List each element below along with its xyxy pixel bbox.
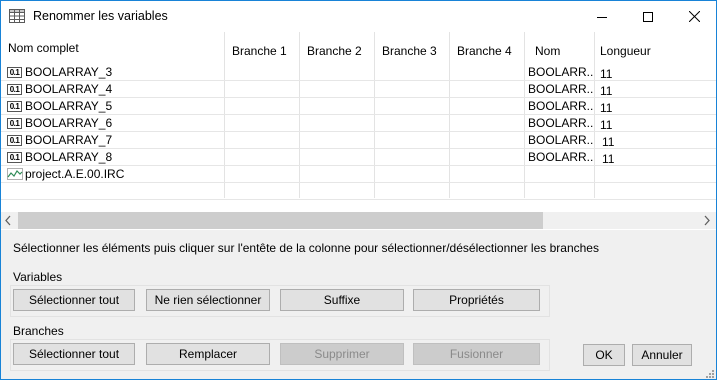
bool-type-icon: 0.1 xyxy=(7,152,22,163)
grid-app-icon xyxy=(9,9,25,23)
full-name-cell[interactable]: 0.1 BOOLARRAY_7 xyxy=(1,132,224,148)
name-cell[interactable]: BOOLARR... xyxy=(528,149,593,165)
length-cell[interactable] xyxy=(602,168,662,184)
title-bar: Renommer les variables xyxy=(1,1,716,32)
table-row[interactable]: 0.1 BOOLARRAY_3 BOOLARR... 11 xyxy=(1,64,716,81)
instruction-text: Sélectionner les éléments puis cliquer s… xyxy=(13,241,599,255)
name-cell[interactable]: BOOLARR... xyxy=(528,81,593,97)
full-name-text: BOOLARRAY_3 xyxy=(25,65,113,79)
bool-type-icon: 0.1 xyxy=(7,118,22,129)
table-row[interactable]: 0.1 BOOLARRAY_5 BOOLARR... 11 xyxy=(1,98,716,115)
column-header-label: Longueur xyxy=(600,44,651,58)
scroll-right-icon[interactable] xyxy=(702,215,712,226)
merge-button[interactable]: Fusionner xyxy=(413,343,540,365)
bool-type-icon: 0.1 xyxy=(7,101,22,112)
properties-button[interactable]: Propriétés xyxy=(413,289,540,311)
column-header-length[interactable]: Longueur xyxy=(595,32,716,65)
length-cell[interactable]: 11 xyxy=(602,151,662,167)
full-name-text: project.A.E.00.IRC xyxy=(25,167,125,181)
branches-select-all-button[interactable]: Sélectionner tout xyxy=(13,343,135,365)
replace-button[interactable]: Remplacer xyxy=(146,343,270,365)
column-header-full-name[interactable]: Nom complet xyxy=(1,32,224,65)
window-title: Renommer les variables xyxy=(33,9,168,23)
table-row[interactable]: project.A.E.00.IRC xyxy=(1,166,716,183)
maximize-button[interactable] xyxy=(625,1,671,32)
variables-select-all-button[interactable]: Sélectionner tout xyxy=(13,289,135,311)
name-cell[interactable]: BOOLARR... xyxy=(528,115,593,131)
resize-grip-icon[interactable] xyxy=(705,369,715,379)
variables-grid: Nom complet Branche 1 Branche 2 Branche … xyxy=(1,32,716,230)
name-cell[interactable] xyxy=(528,166,593,182)
length-cell[interactable]: 11 xyxy=(602,134,662,150)
length-cell[interactable]: 11 xyxy=(600,66,660,82)
bool-type-icon: 0.1 xyxy=(7,135,22,146)
name-cell[interactable]: BOOLARR... xyxy=(528,98,593,114)
scrollbar-thumb[interactable] xyxy=(18,212,543,229)
column-header-branch-1[interactable]: Branche 1 xyxy=(225,32,300,65)
column-header-branch-2[interactable]: Branche 2 xyxy=(300,32,375,65)
branches-group-label: Branches xyxy=(13,324,64,338)
full-name-cell[interactable]: 0.1 BOOLARRAY_8 xyxy=(1,149,224,165)
ok-button[interactable]: OK xyxy=(583,344,625,366)
minimize-icon xyxy=(597,16,607,18)
column-header-branch-4[interactable]: Branche 4 xyxy=(450,32,525,65)
name-cell[interactable]: BOOLARR... xyxy=(528,132,593,148)
full-name-cell[interactable]: 0.1 BOOLARRAY_4 xyxy=(1,81,224,97)
full-name-text: BOOLARRAY_6 xyxy=(25,116,113,130)
variables-select-none-button[interactable]: Ne rien sélectionner xyxy=(146,289,270,311)
column-header-label: Branche 1 xyxy=(232,44,287,58)
suffix-button[interactable]: Suffixe xyxy=(280,289,404,311)
horizontal-scrollbar[interactable] xyxy=(1,212,716,229)
full-name-text: BOOLARRAY_8 xyxy=(25,150,113,164)
delete-button[interactable]: Supprimer xyxy=(280,343,404,365)
full-name-text: BOOLARRAY_4 xyxy=(25,82,113,96)
rename-variables-dialog: Renommer les variables Nom complet Branc… xyxy=(0,0,717,380)
empty-row xyxy=(1,183,716,200)
column-header-label: Branche 3 xyxy=(382,44,437,58)
analog-wave-icon xyxy=(7,168,23,180)
length-cell[interactable]: 11 xyxy=(600,117,660,133)
table-row[interactable]: 0.1 BOOLARRAY_7 BOOLARR... 11 xyxy=(1,132,716,149)
grid-header: Nom complet Branche 1 Branche 2 Branche … xyxy=(1,32,716,65)
name-cell[interactable]: BOOLARR... xyxy=(528,64,593,80)
bool-type-icon: 0.1 xyxy=(7,67,22,78)
full-name-cell[interactable]: 0.1 BOOLARRAY_3 xyxy=(1,64,224,80)
full-name-cell[interactable]: project.A.E.00.IRC xyxy=(1,166,224,182)
column-header-branch-3[interactable]: Branche 3 xyxy=(375,32,450,65)
length-cell[interactable]: 11 xyxy=(600,100,660,116)
column-header-label: Branche 4 xyxy=(457,44,512,58)
length-cell[interactable]: 11 xyxy=(600,83,660,99)
maximize-icon xyxy=(643,11,653,22)
full-name-text: BOOLARRAY_5 xyxy=(25,99,113,113)
table-row[interactable]: 0.1 BOOLARRAY_8 BOOLARR... 11 xyxy=(1,149,716,166)
column-header-label: Branche 2 xyxy=(307,44,362,58)
bool-type-icon: 0.1 xyxy=(7,84,22,95)
table-row[interactable]: 0.1 BOOLARRAY_6 BOOLARR... 11 xyxy=(1,115,716,132)
full-name-cell[interactable]: 0.1 BOOLARRAY_6 xyxy=(1,115,224,131)
column-header-label: Nom xyxy=(535,44,561,58)
scroll-left-icon[interactable] xyxy=(4,215,14,226)
cancel-button[interactable]: Annuler xyxy=(632,344,692,366)
table-row[interactable]: 0.1 BOOLARRAY_4 BOOLARR... 11 xyxy=(1,81,716,98)
full-name-cell[interactable]: 0.1 BOOLARRAY_5 xyxy=(1,98,224,114)
close-button[interactable] xyxy=(671,1,717,32)
column-header-label: Nom complet xyxy=(8,41,79,55)
full-name-text: BOOLARRAY_7 xyxy=(25,133,113,147)
minimize-button[interactable] xyxy=(579,1,625,32)
close-icon xyxy=(688,11,700,22)
column-header-name[interactable]: Nom xyxy=(525,32,595,65)
variables-group-label: Variables xyxy=(13,270,63,284)
